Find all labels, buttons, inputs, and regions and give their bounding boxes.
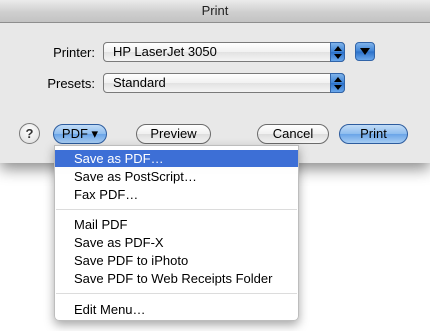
printer-value: HP LaserJet 3050 (113, 44, 217, 59)
disclosure-button[interactable] (355, 42, 375, 61)
window-title: Print (0, 0, 430, 23)
menu-item-save-pdf-to-web-receipts[interactable]: Save PDF to Web Receipts Folder (55, 270, 298, 287)
printer-popup[interactable]: HP LaserJet 3050 (103, 42, 345, 62)
printer-label: Printer: (53, 45, 95, 60)
menu-item-mail-pdf[interactable]: Mail PDF (55, 216, 298, 233)
menu-separator (56, 293, 297, 294)
print-button[interactable]: Print (339, 124, 408, 144)
preview-button[interactable]: Preview (136, 124, 211, 144)
menu-item-save-pdf-to-iphoto[interactable]: Save PDF to iPhoto (55, 252, 298, 269)
cancel-button[interactable]: Cancel (257, 124, 329, 144)
menu-separator (56, 209, 297, 210)
up-down-arrows-icon (330, 42, 345, 62)
disclosure-triangle-icon (360, 48, 370, 55)
menu-item-save-as-postscript[interactable]: Save as PostScript… (55, 168, 298, 185)
pdf-menu: Save as PDF… Save as PostScript… Fax PDF… (54, 145, 299, 321)
up-down-arrows-icon (330, 73, 345, 93)
menu-item-save-as-pdf-x[interactable]: Save as PDF-X (55, 234, 298, 251)
print-dialog: Print Printer: HP LaserJet 3050 Presets:… (0, 0, 430, 163)
menu-item-fax-pdf[interactable]: Fax PDF… (55, 186, 298, 203)
presets-label: Presets: (47, 76, 95, 91)
presets-value: Standard (113, 75, 166, 90)
presets-popup[interactable]: Standard (103, 73, 345, 93)
help-button[interactable]: ? (19, 123, 40, 144)
menu-item-save-as-pdf[interactable]: Save as PDF… (55, 150, 298, 167)
menu-item-edit-menu[interactable]: Edit Menu… (55, 301, 298, 318)
pdf-button[interactable]: PDF ▾ (53, 124, 107, 144)
